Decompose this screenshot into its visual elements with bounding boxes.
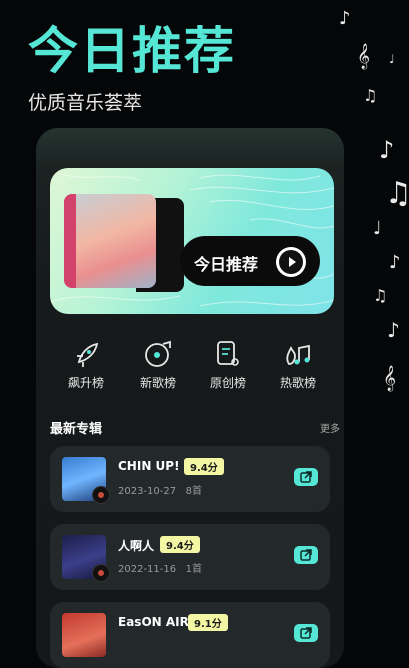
album-track-count: 8首 <box>185 486 203 497</box>
hot-music-icon <box>286 344 310 365</box>
more-link[interactable]: 更多 <box>320 420 340 435</box>
banner-album-cover <box>64 194 156 288</box>
vinyl-icon <box>92 486 110 504</box>
album-date: 2022-11-16 <box>118 564 177 575</box>
vinyl-icon <box>92 564 110 582</box>
category-soaring[interactable]: 飙升榜 <box>56 340 116 391</box>
external-link-icon <box>300 627 312 639</box>
album-name: CHIN UP! <box>118 459 180 473</box>
album-track-count: 1首 <box>185 564 203 575</box>
album-date: 2023-10-27 <box>118 486 177 497</box>
album-item[interactable]: CHIN UP! 9.4分 2023-10-27 8首 <box>50 446 330 512</box>
chart-categories: 飙升榜 新歌榜 原创榜 热歌榜 <box>50 340 334 400</box>
external-link-icon <box>300 471 312 483</box>
external-link-icon <box>300 549 312 561</box>
album-meta: 2023-10-27 8首 <box>118 482 202 497</box>
album-meta: 2022-11-16 1首 <box>118 560 202 575</box>
page-title: 今日推荐 <box>28 22 236 80</box>
today-recommend-banner[interactable]: 今日推荐 <box>50 168 334 314</box>
rocket-icon <box>77 342 99 367</box>
album-name: EasON AIR <box>118 615 189 629</box>
open-album-button[interactable] <box>294 624 318 642</box>
album-cover <box>62 613 106 657</box>
content-panel: 今日推荐 飙升榜 新歌榜 原创榜 热歌榜 最新专辑 更多 CHIN UP! 9.… <box>36 128 344 668</box>
album-score-badge: 9.1分 <box>188 614 228 631</box>
album-item[interactable]: EasON AIR 9.1分 <box>50 602 330 668</box>
album-score-badge: 9.4分 <box>160 536 200 553</box>
category-label: 新歌榜 <box>139 376 176 390</box>
document-music-icon <box>217 341 239 366</box>
play-icon <box>289 257 296 267</box>
category-original[interactable]: 原创榜 <box>198 340 258 391</box>
album-item[interactable]: 人啊人 9.4分 2022-11-16 1首 <box>50 524 330 590</box>
play-button[interactable] <box>276 247 306 277</box>
category-new-songs[interactable]: 新歌榜 <box>128 340 188 391</box>
album-score-badge: 9.4分 <box>184 458 224 475</box>
music-disc-icon <box>145 340 171 367</box>
open-album-button[interactable] <box>294 468 318 486</box>
banner-label: 今日推荐 <box>194 255 259 274</box>
open-album-button[interactable] <box>294 546 318 564</box>
page-subtitle: 优质音乐荟萃 <box>28 92 143 114</box>
category-hot-songs[interactable]: 热歌榜 <box>268 340 328 391</box>
category-label: 飙升榜 <box>67 376 104 390</box>
album-name: 人啊人 <box>118 539 155 553</box>
section-title: 最新专辑 <box>50 422 103 437</box>
category-label: 原创榜 <box>209 376 246 390</box>
category-label: 热歌榜 <box>279 376 316 390</box>
